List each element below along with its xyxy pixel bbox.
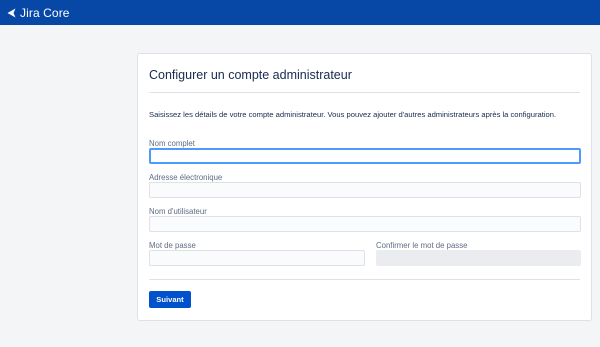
page-title: Configurer un compte administrateur [149, 68, 352, 82]
password-input[interactable] [149, 250, 365, 266]
email-input[interactable] [149, 182, 581, 198]
username-input[interactable] [149, 216, 581, 232]
title-divider [149, 92, 580, 93]
footer-divider [149, 279, 580, 280]
form-description: Saisissez les détails de votre compte ad… [149, 110, 557, 119]
username-label: Nom d'utilisateur [149, 207, 207, 216]
password-label: Mot de passe [149, 241, 196, 250]
full-name-label: Nom complet [149, 139, 195, 148]
jira-core-logo[interactable]: Jira Core [7, 6, 70, 20]
confirm-password-input[interactable] [376, 250, 581, 266]
next-button[interactable]: Suivant [149, 291, 191, 308]
admin-setup-card: Configurer un compte administrateur Sais… [137, 53, 592, 321]
jira-arrow-icon [7, 8, 16, 17]
confirm-password-label: Confirmer le mot de passe [376, 241, 468, 250]
full-name-input[interactable] [149, 148, 581, 164]
top-navigation-bar: Jira Core [0, 0, 600, 25]
app-name: Jira Core [20, 5, 70, 20]
email-label: Adresse électronique [149, 173, 223, 182]
